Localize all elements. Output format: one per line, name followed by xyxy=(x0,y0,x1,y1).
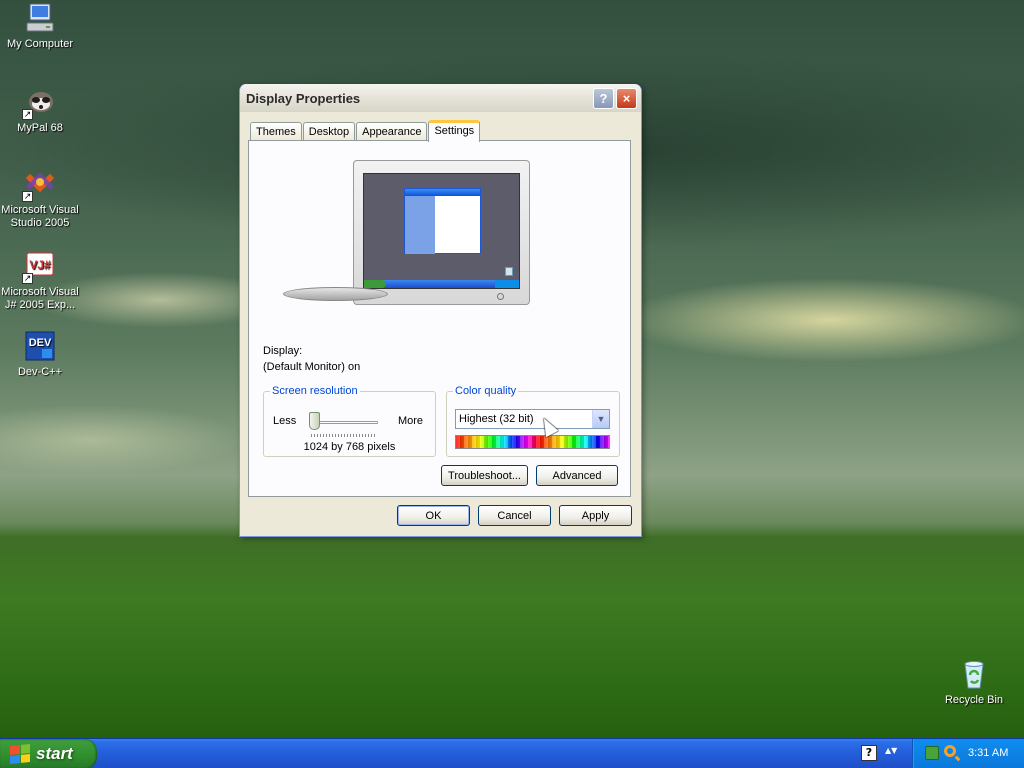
mypal-icon: ↗ xyxy=(22,86,56,120)
taskbar: start ? ▲▼ 3:31 AM xyxy=(0,738,1024,768)
display-label: Display: xyxy=(263,345,303,357)
language-bar-icon[interactable]: ? xyxy=(861,745,877,761)
preview-window xyxy=(404,188,481,254)
system-tray: 3:31 AM xyxy=(912,739,1024,768)
desktop-icon-recycle-bin[interactable]: Recycle Bin xyxy=(934,658,1014,707)
desktop-icon-mypal[interactable]: ↗ MyPal 68 xyxy=(0,86,80,135)
desktop-icon-label: MyPal 68 xyxy=(17,122,63,134)
tab-themes[interactable]: Themes xyxy=(250,122,302,141)
tab-appearance[interactable]: Appearance xyxy=(356,122,428,141)
recycle-bin-icon xyxy=(958,658,990,690)
tray-network-icon[interactable] xyxy=(925,746,939,760)
troubleshoot-button[interactable]: Troubleshoot... xyxy=(441,465,528,486)
ok-button[interactable]: OK xyxy=(397,505,470,526)
desktop-icon-my-computer[interactable]: My Computer xyxy=(0,2,80,51)
display-value: (Default Monitor) on xyxy=(263,361,361,373)
desktop-icon-visual-studio[interactable]: ↗ Microsoft Visual Studio 2005 xyxy=(0,168,80,230)
screen-resolution-group: Screen resolution Less More 1024 by 768 … xyxy=(263,385,436,457)
help-icon[interactable]: ? xyxy=(593,87,614,109)
start-button[interactable]: start xyxy=(0,739,97,768)
cancel-button[interactable]: Cancel xyxy=(478,505,551,526)
svg-text:DEV: DEV xyxy=(29,337,52,349)
dialog-titlebar[interactable]: Display Properties ? × xyxy=(240,84,641,112)
resolution-value: 1024 by 768 pixels xyxy=(303,441,396,453)
desktop-icon-dev-cpp[interactable]: DEV Dev-C++ xyxy=(0,330,80,379)
monitor-screen xyxy=(363,173,520,289)
desktop-icon-visual-jsharp[interactable]: VJ# ↗ Microsoft Visual J# 2005 Exp... xyxy=(0,250,80,312)
monitor-preview xyxy=(353,160,530,305)
color-quality-select[interactable]: Highest (32 bit) ▼ xyxy=(455,409,610,429)
advanced-button[interactable]: Advanced xyxy=(536,465,618,486)
color-spectrum-bar xyxy=(455,435,610,449)
desktop-icon-label: My Computer xyxy=(6,38,74,50)
color-quality-legend: Color quality xyxy=(455,385,517,397)
tab-strip: Themes Desktop Appearance Settings xyxy=(250,119,481,142)
apply-button[interactable]: Apply xyxy=(559,505,632,526)
resolution-slider-ticks xyxy=(311,434,377,437)
language-options-chevron-icon[interactable]: ▲▼ xyxy=(885,747,897,761)
visual-jsharp-icon: VJ# ↗ xyxy=(22,250,56,284)
clock[interactable]: 3:31 AM xyxy=(968,747,1008,759)
screen-resolution-legend: Screen resolution xyxy=(272,385,358,397)
shortcut-arrow-icon: ↗ xyxy=(22,109,33,120)
chevron-down-icon[interactable]: ▼ xyxy=(592,410,609,428)
more-label: More xyxy=(397,415,423,427)
shortcut-arrow-icon: ↗ xyxy=(22,273,33,284)
resolution-slider-thumb[interactable] xyxy=(309,412,320,430)
dialog-title: Display Properties xyxy=(246,90,361,106)
less-label: Less xyxy=(273,415,297,427)
start-label: start xyxy=(36,744,73,763)
dev-cpp-icon: DEV xyxy=(24,330,56,362)
desktop-icon-label: Dev-C++ xyxy=(17,366,63,378)
preview-start-button xyxy=(364,280,386,288)
close-icon[interactable]: × xyxy=(616,87,637,109)
shortcut-arrow-icon: ↗ xyxy=(22,191,33,202)
desktop-icon-label: Microsoft Visual J# 2005 Exp... xyxy=(1,286,79,311)
display-properties-dialog: Display Properties ? × Themes Desktop Ap… xyxy=(239,84,642,537)
windows-flag-icon xyxy=(10,743,30,765)
resolution-slider-track[interactable] xyxy=(310,421,378,424)
monitor-power-icon xyxy=(497,293,504,300)
preview-recycle-icon xyxy=(505,267,513,276)
svg-text:VJ#: VJ# xyxy=(29,258,51,272)
my-computer-icon xyxy=(24,2,56,34)
tab-settings[interactable]: Settings xyxy=(428,120,481,142)
tab-desktop[interactable]: Desktop xyxy=(302,122,356,141)
visual-studio-icon: ↗ xyxy=(22,168,56,202)
desktop-icon-label: Recycle Bin xyxy=(944,694,1004,706)
desktop-icon-label: Microsoft Visual Studio 2005 xyxy=(1,204,79,229)
monitor-stand xyxy=(283,287,388,301)
color-quality-group: Color quality Highest (32 bit) ▼ xyxy=(446,385,620,457)
settings-panel: Display: (Default Monitor) on Screen res… xyxy=(248,140,631,497)
preview-tray xyxy=(495,280,519,288)
color-quality-value: Highest (32 bit) xyxy=(459,413,534,425)
tray-search-icon[interactable] xyxy=(944,745,956,757)
